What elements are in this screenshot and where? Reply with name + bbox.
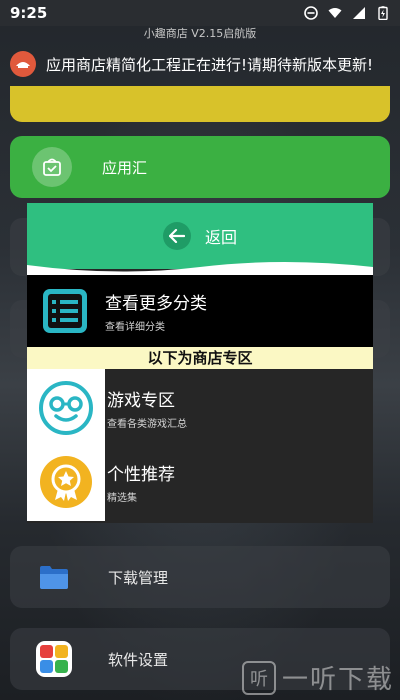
list-icon <box>43 289 87 333</box>
status-bar: 9:25 <box>0 0 400 26</box>
game-zone-row[interactable]: 游戏专区 查看各类游戏汇总 <box>27 369 373 447</box>
more-categories-row[interactable]: 查看更多分类 查看详细分类 <box>27 275 373 347</box>
recommend-title: 个性推荐 <box>107 465 175 485</box>
wifi-icon <box>328 8 342 18</box>
game-zone-subtitle: 查看各类游戏汇总 <box>107 419 187 430</box>
app-hub-label: 应用汇 <box>102 158 148 177</box>
watermark: 听 一听下载 <box>241 659 394 696</box>
app-hub-icon <box>32 147 72 187</box>
app-hub-button[interactable]: 应用汇 <box>10 136 390 198</box>
recommend-row[interactable]: 个性推荐 精选集 <box>27 443 373 521</box>
banner-card-yellow[interactable] <box>10 86 390 122</box>
more-categories-subtitle: 查看详细分类 <box>105 322 165 333</box>
battery-icon <box>378 6 388 20</box>
notice-bar: 应用商店精简化工程正在进行!请期待新版本更新! <box>10 46 394 82</box>
status-time: 9:25 <box>10 4 48 22</box>
back-label[interactable]: 返回 <box>205 224 237 248</box>
recommend-text: 个性推荐 精选集 <box>107 460 175 504</box>
recommend-subtitle: 精选集 <box>107 493 137 504</box>
app-subtitle: 小趣商店 V2.15启航版 <box>143 27 257 40</box>
notice-text: 应用商店精简化工程正在进行!请期待新版本更新! <box>46 55 374 74</box>
smiley-glasses-icon <box>39 381 93 435</box>
game-zone-text: 游戏专区 查看各类游戏汇总 <box>107 386 187 430</box>
software-settings-label: 软件设置 <box>108 650 169 669</box>
award-star-icon <box>40 456 92 508</box>
signal-icon <box>353 7 365 19</box>
download-manager-label: 下载管理 <box>108 568 169 587</box>
game-zone-icon-box <box>27 369 105 447</box>
watermark-logo-icon: 听 <box>241 660 276 695</box>
watermark-text: 一听下载 <box>281 665 394 695</box>
header-wave <box>27 262 373 275</box>
more-categories-text: 查看更多分类 查看详细分类 <box>105 289 207 333</box>
more-categories-title: 查看更多分类 <box>105 294 207 314</box>
store-section-banner: 以下为商店专区 <box>27 347 373 369</box>
folder-icon <box>34 557 74 597</box>
do-not-disturb-icon <box>304 6 318 20</box>
download-manager-button[interactable]: 下载管理 <box>10 546 390 608</box>
recommend-icon-box <box>27 443 105 521</box>
notice-badge-icon <box>10 51 36 77</box>
back-arrow-icon[interactable] <box>162 222 191 250</box>
puzzle-icon <box>34 639 74 679</box>
game-zone-title: 游戏专区 <box>107 391 175 411</box>
status-icons <box>304 6 390 20</box>
category-dialog: 返回 查看更多分类 查看详细分类 以下为商店专区 游戏专区 查看各类游戏汇总 个… <box>27 203 373 523</box>
